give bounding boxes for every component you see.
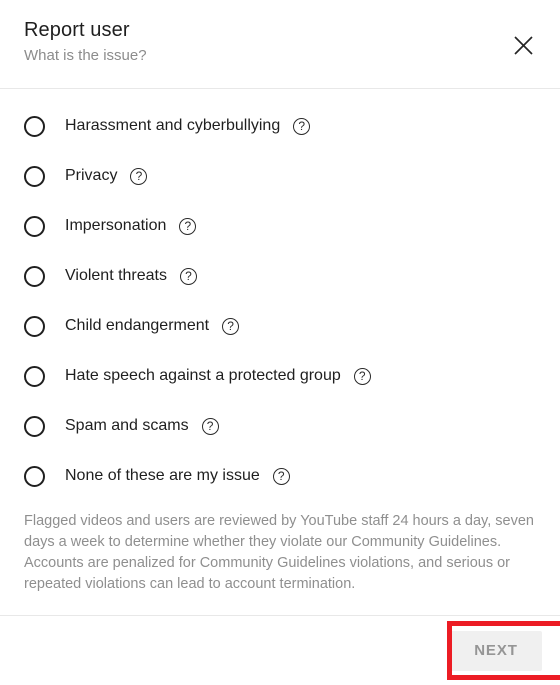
help-icon[interactable]: ? bbox=[293, 117, 311, 135]
option-row[interactable]: Violent threats? bbox=[0, 251, 560, 301]
help-icon-glyph: ? bbox=[206, 418, 214, 433]
option-row[interactable]: Hate speech against a protected group? bbox=[0, 351, 560, 401]
help-icon-glyph: ? bbox=[358, 368, 366, 383]
radio-button[interactable] bbox=[24, 415, 45, 437]
radio-button[interactable] bbox=[24, 465, 45, 487]
page-title: Report user bbox=[24, 19, 130, 41]
help-icon[interactable]: ? bbox=[201, 417, 219, 435]
close-icon[interactable] bbox=[508, 30, 538, 60]
option-row[interactable]: Child endangerment? bbox=[0, 301, 560, 351]
option-label: Spam and scams bbox=[65, 417, 189, 434]
next-button[interactable]: NEXT bbox=[450, 630, 542, 671]
report-user-dialog: Report user What is the issue? Harassmen… bbox=[0, 0, 560, 685]
help-icon[interactable]: ? bbox=[353, 367, 371, 385]
dialog-body: Harassment and cyberbullying? Privacy? Imp… bbox=[0, 89, 560, 615]
radio-button[interactable] bbox=[24, 215, 45, 237]
help-icon-glyph: ? bbox=[298, 118, 306, 133]
radio-button[interactable] bbox=[24, 165, 45, 187]
disclaimer-text: Flagged videos and users are reviewed by… bbox=[24, 513, 534, 592]
option-label: Hate speech against a protected group bbox=[65, 367, 341, 384]
option-row[interactable]: None of these are my issue? bbox=[0, 451, 560, 501]
option-row[interactable]: Harassment and cyberbullying? bbox=[0, 101, 560, 151]
option-row[interactable]: Impersonation? bbox=[0, 201, 560, 251]
option-label: None of these are my issue bbox=[65, 467, 260, 484]
help-icon[interactable]: ? bbox=[130, 167, 148, 185]
help-icon-glyph: ? bbox=[277, 468, 285, 483]
help-icon[interactable]: ? bbox=[179, 217, 197, 235]
option-label: Impersonation bbox=[65, 217, 167, 234]
option-label: Harassment and cyberbullying bbox=[65, 117, 281, 134]
option-row[interactable]: Spam and scams? bbox=[0, 401, 560, 451]
help-icon-glyph: ? bbox=[227, 318, 234, 333]
help-icon-glyph: ? bbox=[184, 218, 192, 233]
dialog-subtitle: What is the issue? bbox=[24, 47, 147, 64]
option-row[interactable]: Privacy? bbox=[0, 151, 560, 201]
radio-button[interactable] bbox=[24, 365, 45, 387]
option-label: Violent threats bbox=[65, 267, 167, 284]
report-reason-options: Harassment and cyberbullying? Privacy? Imp… bbox=[0, 89, 560, 501]
option-label: Child endangerment bbox=[65, 317, 210, 334]
help-icon[interactable]: ? bbox=[222, 317, 240, 335]
option-label: Privacy bbox=[65, 167, 118, 184]
radio-button[interactable] bbox=[24, 265, 45, 287]
radio-button[interactable] bbox=[24, 315, 45, 337]
dialog-header: Report user What is the issue? bbox=[0, 0, 560, 89]
dialog-footer: NEXT bbox=[0, 615, 560, 685]
help-icon-glyph: ? bbox=[185, 268, 192, 283]
help-icon[interactable]: ? bbox=[180, 267, 197, 285]
help-icon[interactable]: ? bbox=[272, 467, 290, 485]
help-icon-glyph: ? bbox=[135, 168, 143, 183]
radio-button[interactable] bbox=[24, 115, 45, 137]
